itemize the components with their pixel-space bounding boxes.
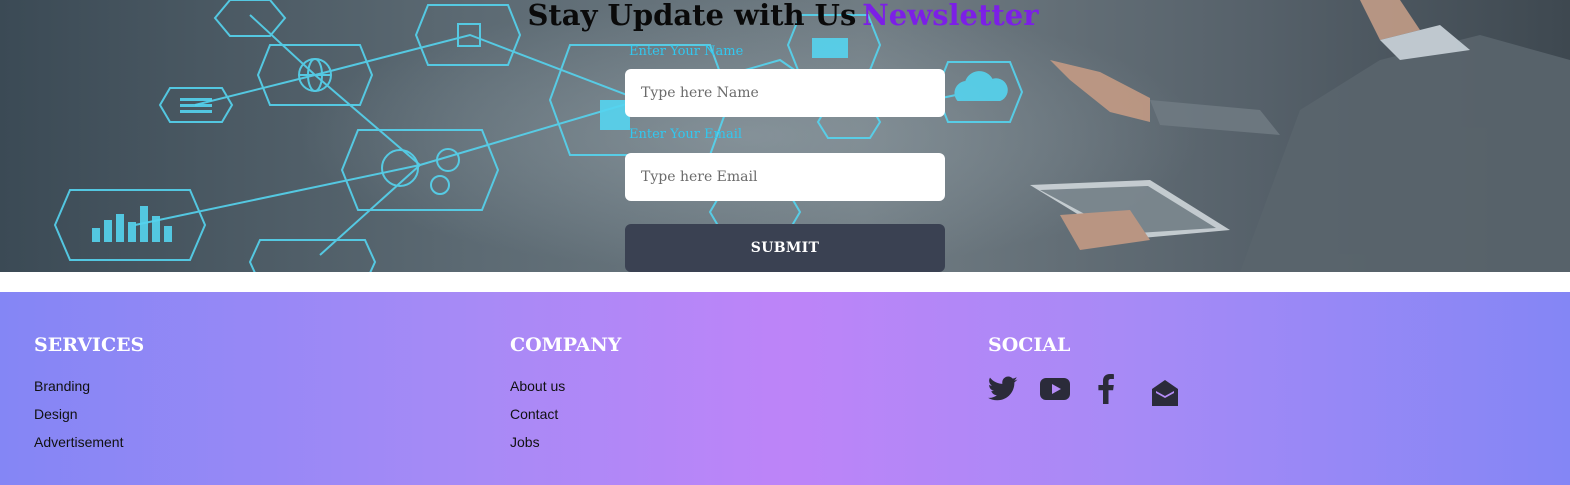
company-heading: COMPANY: [510, 334, 622, 356]
newsletter-title-prefix: Stay Update with Us: [527, 0, 857, 32]
footer-link-advertisement[interactable]: Advertisement: [34, 434, 123, 450]
services-heading: SERVICES: [34, 334, 145, 356]
social-heading: SOCIAL: [988, 334, 1071, 356]
footer-link-jobs[interactable]: Jobs: [510, 434, 540, 450]
facebook-icon[interactable]: [1098, 374, 1114, 404]
email-label: Enter Your Email: [629, 127, 743, 142]
footer-link-about-us[interactable]: About us: [510, 378, 565, 394]
footer-link-branding[interactable]: Branding: [34, 378, 90, 394]
footer: SERVICES Branding Design Advertisement C…: [0, 292, 1570, 485]
name-label: Enter Your Name: [629, 44, 744, 59]
youtube-icon[interactable]: [1040, 378, 1070, 400]
footer-link-contact[interactable]: Contact: [510, 406, 558, 422]
name-input[interactable]: [625, 69, 945, 117]
submit-button[interactable]: SUBMIT: [625, 224, 945, 272]
twitter-icon[interactable]: [988, 376, 1018, 402]
newsletter-title: Stay Update with Us Newsletter: [0, 0, 1566, 32]
newsletter-title-accent: Newsletter: [862, 0, 1039, 32]
email-input[interactable]: [625, 153, 945, 201]
newsletter-section: Stay Update with Us Newsletter Enter Your…: [0, 0, 1570, 272]
email-icon[interactable]: [1152, 380, 1178, 406]
footer-link-design[interactable]: Design: [34, 406, 78, 422]
